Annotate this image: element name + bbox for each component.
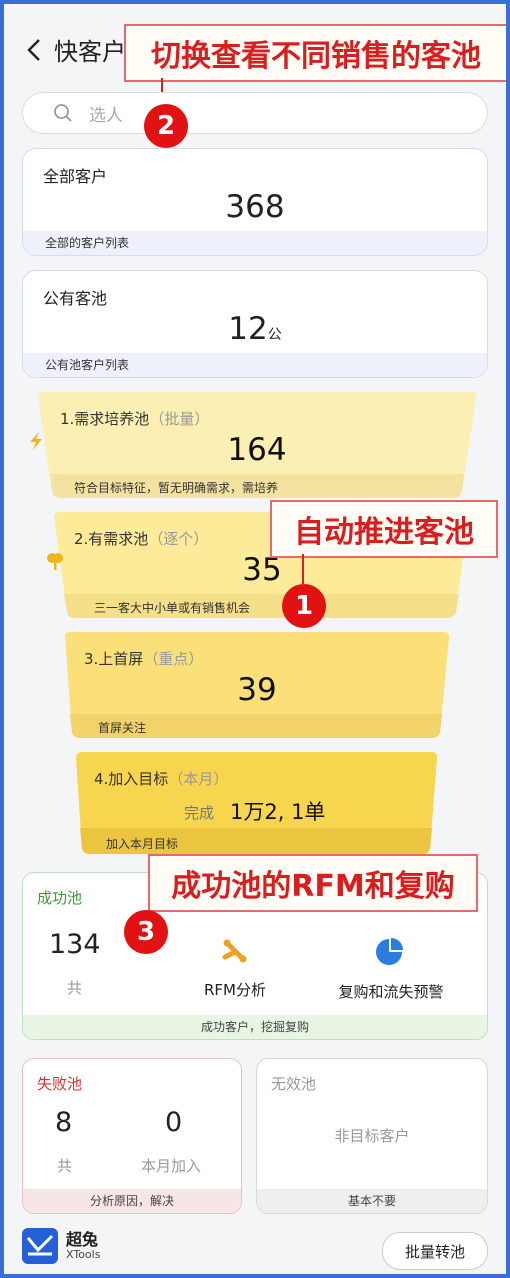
invalid-pool-desc: 非目标客户 [334, 1127, 410, 1145]
brand-name: 超兔 [66, 1230, 99, 1249]
search-input[interactable]: 选人 [22, 92, 488, 134]
invalid-pool-card[interactable]: 无效池 非目标客户 基本不要 [256, 1058, 488, 1214]
fail-pool-total-label: 共 [57, 1157, 73, 1175]
batch-transfer-button[interactable]: 批量转池 [382, 1232, 488, 1270]
fail-pool-month-label: 本月加入 [141, 1157, 202, 1175]
all-customers-footer: 全部的客户列表 [23, 231, 487, 255]
all-customers-card[interactable]: 全部客户 368 全部的客户列表 [22, 148, 488, 256]
funnel-stage-1-footer: 符合目标特征，暂无明确需求，需培养 [74, 481, 279, 495]
funnel-stage-4[interactable]: 4.加入目标（本月） 完成 1万2, 1单 加入本月目标 [74, 752, 440, 854]
annotation-badge: 2 [144, 104, 188, 148]
success-pool-title: 成功池 [37, 889, 83, 907]
public-pool-label: 公有客池 [43, 289, 108, 308]
funnel-stage-1-value: 164 [227, 432, 287, 468]
annotation-callout: 成功池的RFM和复购 [148, 854, 478, 912]
funnel-stage-3-value: 39 [237, 672, 277, 708]
funnel-stage-4-value: 1万2, 1单 [230, 800, 326, 824]
funnel-stage-4-done-label: 完成 [184, 804, 215, 822]
funnel-stage-3[interactable]: 3.上首屏（重点） 39 首屏关注 [62, 632, 452, 738]
repurchase-button[interactable]: 复购和流失预警 [319, 929, 463, 1009]
back-arrow-icon[interactable] [26, 38, 42, 62]
xtools-logo-icon [22, 1228, 58, 1264]
search-icon [54, 104, 72, 122]
success-pool-count-label: 共 [67, 979, 83, 997]
public-pool-unit: 公 [267, 327, 282, 343]
funnel-stage-2-title: 2.有需求池（逐个） [74, 530, 209, 548]
all-customers-label: 全部客户 [43, 167, 108, 186]
page-title: 快客户 [54, 38, 126, 66]
brand-sub: XTools [66, 1248, 101, 1261]
app-frame: 快客户 切换查看不同销售的客池 选人 2 全部客户 368 全部的客户列表 公有… [4, 4, 506, 1274]
search-placeholder: 选人 [89, 106, 123, 126]
public-pool-count-row: 12公 [23, 311, 487, 347]
funnel-stage-3-title: 3.上首屏（重点） [84, 650, 204, 668]
fail-pool-month: 0 [165, 1107, 183, 1138]
success-pool-count: 134 [49, 929, 101, 960]
funnel-stage-1-value-row: 164 [30, 432, 482, 468]
funnel-stage-3-footer: 首屏关注 [98, 721, 147, 735]
annotation-callout: 切换查看不同销售的客池 [124, 24, 506, 82]
invalid-pool-title: 无效池 [271, 1075, 317, 1093]
public-pool-count: 12 [228, 311, 268, 347]
pie-chart-icon [376, 938, 403, 965]
invalid-pool-footer: 基本不要 [257, 1189, 487, 1213]
annotation-badge: 1 [282, 584, 326, 628]
all-customers-count: 368 [225, 189, 285, 225]
rfm-label: RFM分析 [204, 981, 266, 999]
funnel-stage-4-footer: 加入本月目标 [106, 837, 179, 851]
repurchase-label: 复购和流失预警 [338, 983, 444, 1001]
annotation-badge: 3 [124, 910, 168, 954]
annotation-callout: 自动推进客池 [270, 500, 498, 558]
funnel-stage-4-title: 4.加入目标（本月） [94, 770, 229, 788]
sprout-icon [47, 553, 63, 570]
brand-logo [22, 1228, 62, 1264]
rfm-analysis-button[interactable]: RFM分析 [173, 929, 297, 1009]
funnel-stage-2-footer: 三一客大中小单或有销售机会 [94, 601, 251, 615]
public-pool-card[interactable]: 公有客池 12公 公有池客户列表 [22, 270, 488, 378]
fail-pool-total: 8 [55, 1107, 73, 1138]
fail-pool-footer: 分析原因，解决 [23, 1189, 241, 1213]
rfm-icon [222, 939, 247, 963]
fail-pool-card[interactable]: 失败池 8 共 0 本月加入 分析原因，解决 [22, 1058, 242, 1214]
funnel-stage-1[interactable]: 1.需求培养池（批量） 164 符合目标特征，暂无明确需求，需培养 [30, 392, 482, 498]
public-pool-footer: 公有池客户列表 [23, 353, 487, 377]
fail-pool-title: 失败池 [37, 1075, 83, 1093]
lightning-icon [30, 432, 42, 450]
success-pool-footer: 成功客户，挖掘复购 [23, 1015, 487, 1039]
annotation-line [302, 554, 304, 584]
funnel-stage-1-title: 1.需求培养池（批量） [60, 410, 210, 428]
